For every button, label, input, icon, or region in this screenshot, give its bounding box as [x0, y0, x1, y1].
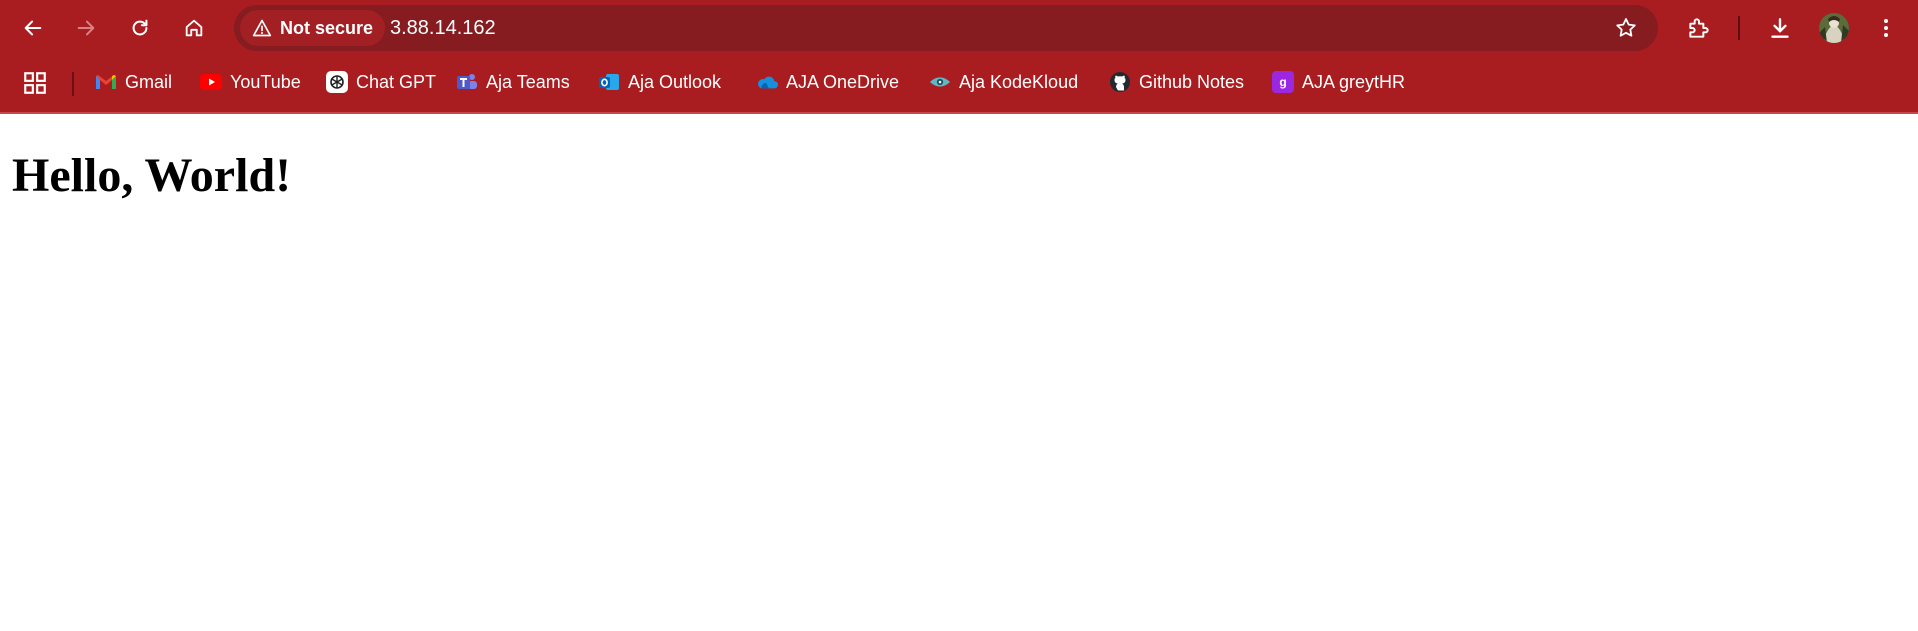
home-icon	[185, 19, 203, 37]
bookmark-label: AJA greytHR	[1302, 71, 1406, 92]
warning-triangle-icon	[252, 19, 272, 37]
more-menu-button[interactable]	[1866, 8, 1906, 48]
extensions-icon	[1689, 18, 1709, 38]
bookmark-onedrive[interactable]: AJA OneDrive	[756, 66, 899, 98]
svg-text:g: g	[1279, 75, 1286, 89]
youtube-icon	[200, 71, 222, 93]
bookmark-label: Gmail	[125, 71, 173, 92]
home-button[interactable]	[174, 8, 214, 48]
avatar[interactable]	[1819, 13, 1849, 43]
bookmark-label: Aja Outlook	[628, 71, 722, 92]
forward-icon	[77, 20, 95, 36]
bookmark-youtube[interactable]: YouTube	[200, 66, 301, 98]
back-icon	[24, 20, 42, 36]
forward-button[interactable]	[66, 8, 106, 48]
bookmark-label: Github Notes	[1139, 71, 1245, 92]
browser-chrome: Not secure 3.88.14.162 Gmail YouTube Cha…	[0, 0, 1918, 114]
profile-avatar-image	[1819, 13, 1849, 43]
bookmark-label: YouTube	[230, 71, 301, 92]
more-menu-icon	[1884, 19, 1888, 37]
outlook-icon	[598, 71, 620, 93]
url-text[interactable]: 3.88.14.162	[390, 5, 496, 51]
apps-button[interactable]	[22, 70, 48, 96]
web-page-content: Hello, World!	[0, 114, 1918, 631]
chatgpt-icon	[326, 71, 348, 93]
greythr-icon: g	[1272, 71, 1294, 93]
bookmarks-bar: Gmail YouTube Chat GPT Aja Teams Aja Out…	[0, 60, 1918, 104]
bookmark-label: AJA OneDrive	[786, 71, 900, 92]
back-button[interactable]	[13, 8, 53, 48]
bookmark-greythr[interactable]: g AJA greytHR	[1272, 66, 1405, 98]
security-chip[interactable]: Not secure	[240, 10, 386, 46]
browser-toolbar: Not secure 3.88.14.162	[0, 0, 1918, 56]
bookmark-label: Aja Teams	[486, 71, 570, 92]
bookmark-label: Aja KodeKloud	[959, 71, 1079, 92]
bookmark-outlook[interactable]: Aja Outlook	[598, 66, 721, 98]
bookmark-label: Chat GPT	[356, 71, 437, 92]
github-icon	[1109, 71, 1131, 93]
extensions-button[interactable]	[1679, 8, 1719, 48]
teams-icon	[456, 71, 478, 93]
reload-icon	[132, 19, 148, 36]
security-label: Not secure	[280, 17, 374, 38]
bookmark-star-button[interactable]	[1610, 12, 1642, 44]
bookmark-gmail[interactable]: Gmail	[95, 66, 172, 98]
page-heading: Hello, World!	[12, 149, 292, 202]
onedrive-icon	[756, 71, 778, 93]
bookmark-chatgpt[interactable]: Chat GPT	[326, 66, 436, 98]
bookmark-github[interactable]: Github Notes	[1109, 66, 1244, 98]
bookmark-kodekloud[interactable]: Aja KodeKloud	[929, 66, 1078, 98]
bookmark-star-icon	[1616, 18, 1636, 37]
reload-button[interactable]	[120, 8, 160, 48]
kodekloud-icon	[929, 71, 951, 93]
toolbar-divider	[1738, 16, 1740, 40]
download-icon	[1771, 18, 1789, 38]
bookmarks-separator	[72, 72, 74, 96]
bookmark-teams[interactable]: Aja Teams	[456, 66, 570, 98]
gmail-icon	[95, 71, 117, 93]
address-bar[interactable]: Not secure 3.88.14.162	[234, 5, 1658, 51]
apps-grid-icon	[24, 72, 46, 94]
downloads-button[interactable]	[1760, 8, 1800, 48]
